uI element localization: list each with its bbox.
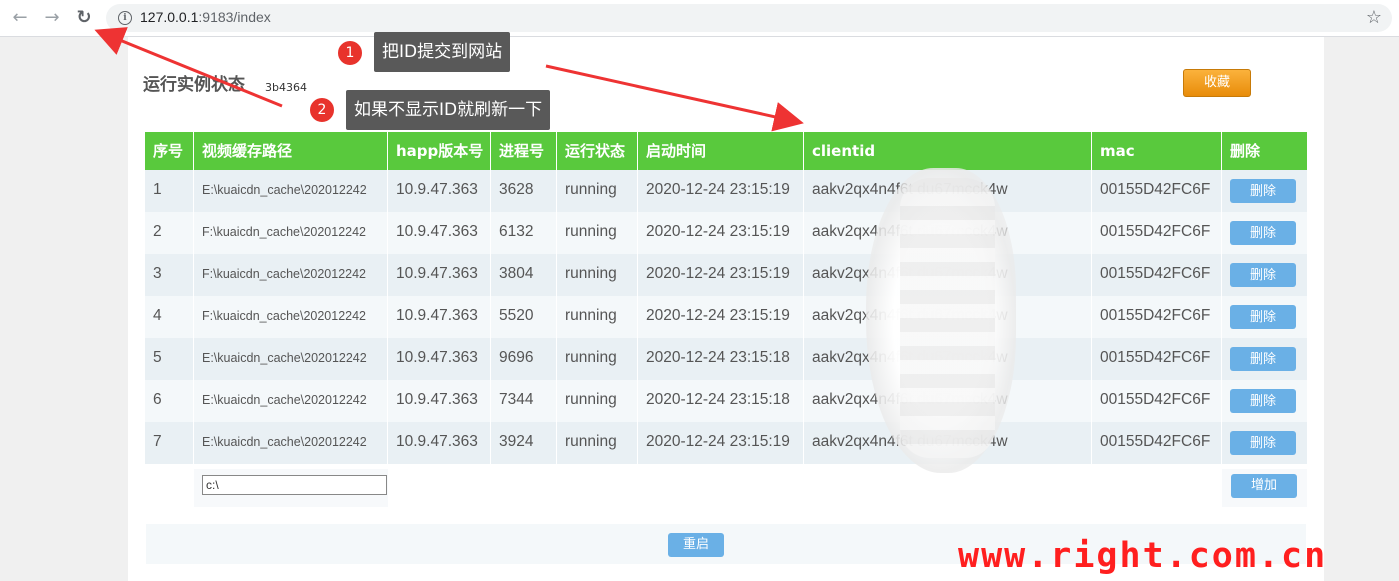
step2-badge: 2	[309, 97, 335, 123]
step1-badge: 1	[337, 40, 363, 66]
annotation-arrows	[94, 27, 804, 132]
step2-callout: 如果不显示ID就刷新一下	[346, 90, 551, 130]
watermark: www.right.com.cn	[958, 536, 1328, 576]
arrow-to-reload	[94, 27, 283, 108]
step1-callout: 把ID提交到网站	[374, 32, 511, 72]
arrow-to-clientid	[545, 64, 804, 132]
